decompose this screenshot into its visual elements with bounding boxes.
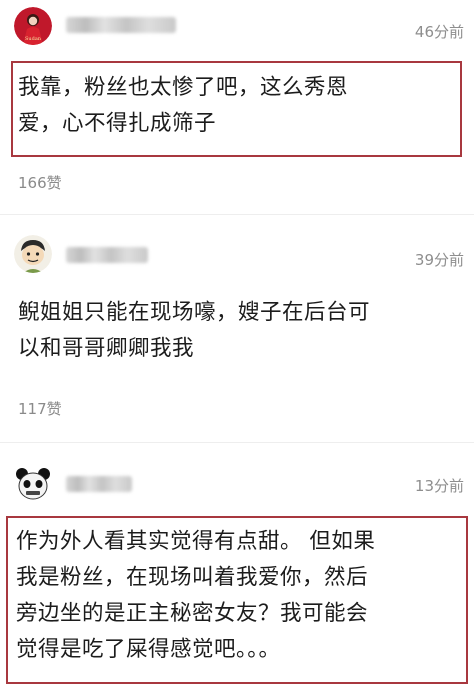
comment-line: 我是粉丝，在现场叫着我爱你，然后 [16, 565, 369, 590]
comment-text: 作为外人看其实觉得有点甜。 但如果 我是粉丝，在现场叫着我爱你，然后 旁边坐的是… [16, 524, 375, 668]
comment-line: 鲵姐姐只能在现场嚎，嫂子在后台可 [18, 300, 371, 325]
comment-line: 觉得是吃了屎得感觉吧。。。 [16, 637, 281, 662]
comment-time: 39分前 [414, 251, 464, 269]
username-blurred[interactable] [66, 17, 176, 33]
comment-time: 46分前 [414, 23, 464, 41]
comment-line: 我靠，粉丝也太惨了吧，这么秀恩 [18, 75, 349, 100]
like-count[interactable]: 166赞 [18, 172, 62, 193]
red-dress-avatar-icon[interactable]: Sudan [14, 7, 52, 45]
divider [0, 442, 474, 443]
username-blurred[interactable] [66, 247, 148, 263]
comment-line: 以和哥哥卿卿我我 [18, 336, 195, 361]
svg-text:Sudan: Sudan [25, 36, 42, 42]
panda-meme-avatar-icon[interactable] [14, 465, 52, 503]
comment-text: 鲵姐姐只能在现场嚎，嫂子在后台可 以和哥哥卿卿我我 [18, 295, 370, 367]
comment-line: 爱，心不得扎成筛子 [18, 111, 217, 136]
like-count[interactable]: 117赞 [18, 398, 62, 419]
divider [0, 214, 474, 215]
comment-line: 旁边坐的是正主秘密女友？我可能会 [16, 601, 369, 626]
comment-line: 作为外人看其实觉得有点甜。 但如果 [16, 529, 376, 554]
comment-text: 我靠，粉丝也太惨了吧，这么秀恩 爱，心不得扎成筛子 [18, 70, 348, 142]
cartoon-boy-avatar-icon[interactable] [14, 235, 52, 273]
comment-item: Sudan 46分前 我靠，粉丝也太惨了吧，这么秀恩 爱，心不得扎成筛子 166… [0, 0, 474, 210]
comment-time: 13分前 [414, 477, 464, 495]
username-blurred[interactable] [66, 476, 132, 492]
